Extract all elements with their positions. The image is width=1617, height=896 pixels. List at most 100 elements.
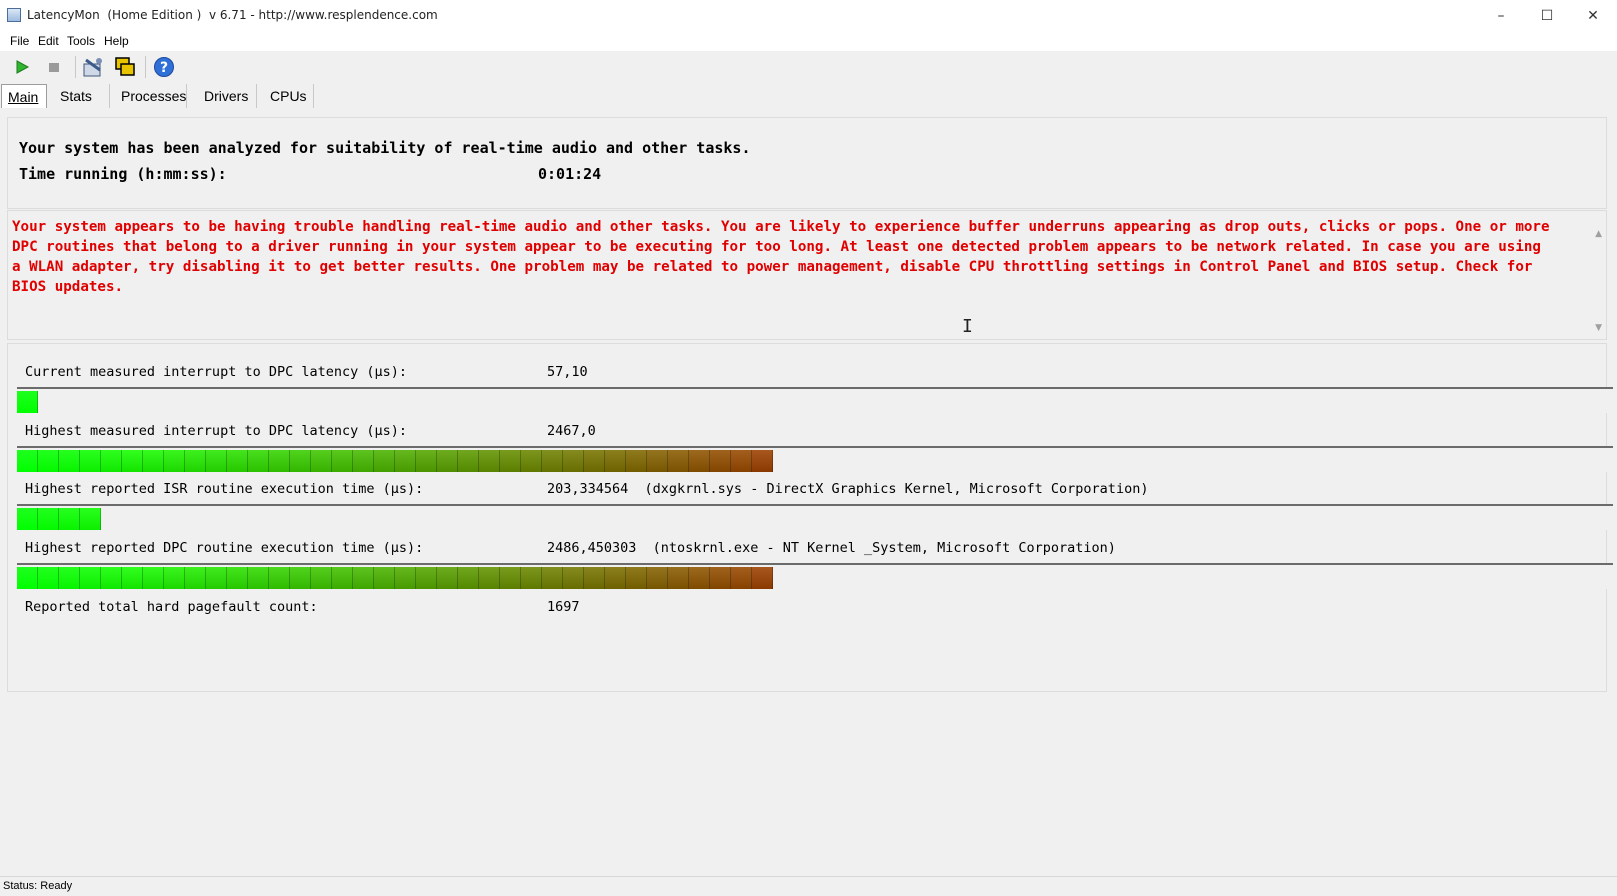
pagefault-label: Reported total hard pagefault count:: [25, 599, 318, 615]
isr-time-value: 203,334564 (dxgkrnl.sys - DirectX Graphi…: [547, 481, 1149, 497]
bar-segment: [500, 450, 521, 472]
bar-segment: [164, 450, 185, 472]
highest-latency-value: 2467,0: [547, 423, 596, 439]
dpc-time-bar: [17, 563, 1613, 589]
bar-segment: [668, 567, 689, 589]
analyze-button[interactable]: [80, 54, 106, 80]
bar-segment: [437, 450, 458, 472]
bar-segment: [17, 391, 38, 413]
windows-icon: [115, 57, 135, 76]
maximize-button[interactable]: ☐: [1524, 0, 1570, 31]
bar-segment: [80, 567, 101, 589]
isr-time-label: Highest reported ISR routine execution t…: [25, 481, 424, 497]
minimize-button[interactable]: –: [1478, 0, 1524, 31]
bar-segment: [122, 567, 143, 589]
bar-segment: [689, 450, 710, 472]
help-icon: ?: [154, 57, 174, 77]
bar-segment: [542, 567, 563, 589]
bar-segment: [206, 450, 227, 472]
bar-segment: [101, 567, 122, 589]
menu-edit[interactable]: Edit: [38, 34, 59, 48]
bar-segment: [416, 567, 437, 589]
bar-segment: [584, 450, 605, 472]
bar-segment: [752, 450, 773, 472]
bar-segment: [458, 567, 479, 589]
bar-segment: [521, 450, 542, 472]
bar-segment: [17, 450, 38, 472]
bar-segment: [248, 567, 269, 589]
bar-segment: [626, 567, 647, 589]
bar-segment: [437, 567, 458, 589]
maximize-icon: ☐: [1540, 7, 1554, 24]
bar-segment: [59, 450, 80, 472]
menu-bar: File Edit Tools Help: [0, 31, 1617, 51]
bar-segment: [647, 450, 668, 472]
bar-segment: [17, 567, 38, 589]
bar-segment: [122, 450, 143, 472]
bar-segment: [353, 450, 374, 472]
bar-segment: [80, 450, 101, 472]
bar-segment: [80, 508, 101, 530]
bar-segment: [605, 567, 626, 589]
bar-segment: [227, 450, 248, 472]
bar-segment: [332, 450, 353, 472]
status-bar: Status: Ready: [0, 876, 1617, 896]
bar-segment: [38, 567, 59, 589]
close-button[interactable]: ✕: [1570, 0, 1616, 31]
bar-segment: [395, 450, 416, 472]
stop-button[interactable]: [41, 54, 67, 80]
bar-segment: [500, 567, 521, 589]
tab-main[interactable]: Main: [1, 84, 47, 108]
summary-panel: Your system has been analyzed for suitab…: [7, 117, 1607, 209]
metrics-panel: Current measured interrupt to DPC latenc…: [7, 343, 1613, 692]
toolbar-separator: [75, 56, 76, 78]
bar-segment: [689, 567, 710, 589]
menu-tools[interactable]: Tools: [67, 34, 95, 48]
dpc-time-bar-fill: [17, 567, 773, 589]
stop-icon: [49, 63, 59, 72]
text-cursor-icon: I: [962, 316, 973, 337]
isr-time-bar-fill: [17, 508, 101, 530]
tab-drivers[interactable]: Drivers: [198, 84, 257, 108]
menu-file[interactable]: File: [10, 34, 29, 48]
bar-segment: [731, 567, 752, 589]
dpc-time-value: 2486,450303 (ntoskrnl.exe - NT Kernel _S…: [547, 540, 1116, 556]
bar-segment: [269, 567, 290, 589]
play-icon: [16, 60, 30, 74]
current-latency-label: Current measured interrupt to DPC latenc…: [25, 364, 408, 380]
bar-segment: [668, 450, 689, 472]
bar-segment: [374, 450, 395, 472]
bar-segment: [164, 567, 185, 589]
app-icon: [7, 8, 21, 22]
bar-segment: [59, 567, 80, 589]
tab-processes[interactable]: Processes: [115, 84, 187, 108]
warning-panel[interactable]: Your system appears to be having trouble…: [7, 210, 1607, 340]
bar-segment: [206, 567, 227, 589]
bar-segment: [710, 567, 731, 589]
bar-segment: [143, 567, 164, 589]
start-button[interactable]: [9, 54, 35, 80]
bar-segment: [353, 567, 374, 589]
wrench-icon: [83, 58, 102, 77]
bar-segment: [38, 508, 59, 530]
tab-stats[interactable]: Stats: [54, 84, 110, 108]
help-button[interactable]: ?: [151, 54, 177, 80]
menu-help[interactable]: Help: [104, 34, 129, 48]
tab-bar: Main Stats Processes Drivers CPUs: [0, 83, 1617, 110]
bar-segment: [248, 450, 269, 472]
pagefault-value: 1697: [547, 599, 580, 615]
current-latency-bar: [17, 387, 1613, 413]
dpc-time-label: Highest reported DPC routine execution t…: [25, 540, 424, 556]
toolbar: ?: [0, 51, 1617, 83]
bar-segment: [269, 450, 290, 472]
time-running-label: Time running (h:mm:ss):: [19, 165, 227, 183]
bar-segment: [290, 567, 311, 589]
current-latency-value: 57,10: [547, 364, 588, 380]
bar-segment: [185, 450, 206, 472]
tab-cpus[interactable]: CPUs: [264, 84, 314, 108]
bar-segment: [563, 450, 584, 472]
windows-button[interactable]: [112, 54, 138, 80]
scroll-up-icon[interactable]: ▲: [1595, 229, 1602, 239]
bar-segment: [584, 567, 605, 589]
scroll-down-icon[interactable]: ▼: [1595, 323, 1602, 333]
